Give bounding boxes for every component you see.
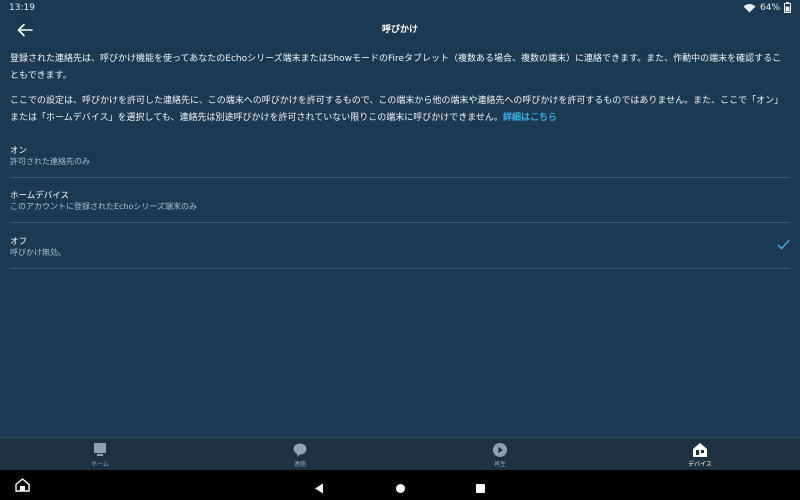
option-title: オフ [10,237,28,247]
nav-label: 連絡 [293,461,306,468]
home-launcher-icon [15,478,30,492]
nav-item-devices[interactable]: デバイス [670,442,730,468]
launcher-button[interactable] [15,477,30,496]
description-paragraph-2: ここでの設定は、呼びかけを許可した連絡先に、この端末への呼びかけを許可するもので… [10,93,785,127]
wifi-icon [743,3,756,13]
system-navigation-bar [0,470,800,500]
option-title: ホームデバイス [10,191,69,201]
app-bar: 呼びかけ [0,16,800,44]
battery-percent: 64% [759,2,780,13]
divider [10,268,790,269]
home-circle-icon [396,484,405,493]
bottom-navigation: ホーム 連絡 再生 デバイス [0,437,800,471]
system-back-button[interactable] [314,479,324,498]
details-link[interactable]: 詳細はこちら [503,113,557,123]
page-title: 呼びかけ [381,25,418,35]
divider [10,177,790,178]
devices-icon [693,443,707,457]
status-indicators: 64% [743,2,791,13]
system-recents-button[interactable] [475,479,486,498]
divider [10,222,790,223]
nav-item-contacts[interactable]: 連絡 [270,442,330,468]
option-home-devices[interactable]: ホームデバイス このアカウントに登録されたEchoシリーズ端末のみ [0,184,800,222]
option-on[interactable]: オン 許可された連絡先のみ [0,140,800,178]
nav-item-play[interactable]: 再生 [470,442,530,468]
chat-bubble-icon [293,443,307,457]
system-home-button[interactable] [395,479,406,498]
status-bar: 13:19 64% [0,0,800,16]
option-title: オン [10,146,28,156]
battery-icon [784,2,791,13]
home-icon [94,443,106,456]
option-subtitle: 許可された連絡先のみ [10,157,90,166]
nav-item-home[interactable]: ホーム [70,442,130,468]
back-triangle-icon [315,483,323,494]
nav-label: 再生 [493,461,506,468]
option-subtitle: このアカウントに登録されたEchoシリーズ端末のみ [10,202,198,211]
nav-label: ホーム [91,461,109,468]
status-time: 13:19 [9,3,35,13]
description-paragraph-2-text: ここでの設定は、呼びかけを許可した連絡先に、この端末への呼びかけを許可するもので… [10,96,784,123]
recents-square-icon [476,484,485,493]
option-off[interactable]: オフ 呼びかけ無効。 [0,229,800,267]
description-paragraph-1: 登録された連絡先は、呼びかけ機能を使ってあなたのEchoシリーズ端末またはSho… [10,54,782,81]
option-subtitle: 呼びかけ無効。 [10,248,66,257]
nav-label: デバイス [688,461,712,468]
checkmark-icon [777,240,790,250]
play-icon [493,443,507,457]
